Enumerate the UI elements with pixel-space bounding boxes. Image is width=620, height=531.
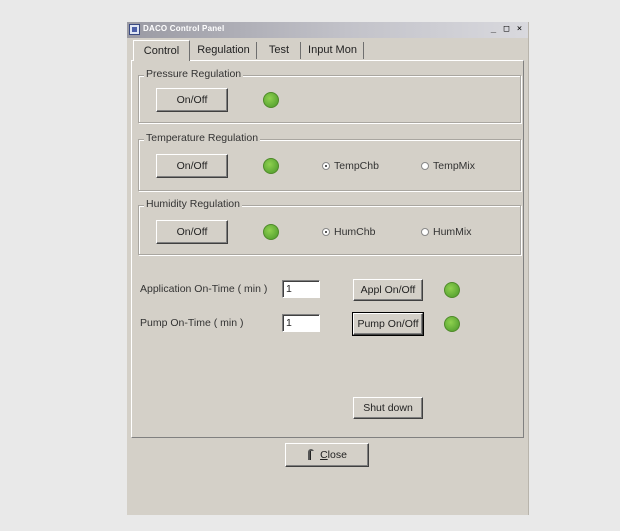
radio-hummix[interactable]: HumMix — [421, 226, 472, 238]
control-tab-panel: Pressure Regulation On/Off Temperature R… — [131, 60, 524, 438]
maximize-icon[interactable]: □ — [500, 24, 513, 35]
application-ontime-label: Application On-Time ( min ) — [140, 283, 268, 295]
close-button[interactable]: Close — [285, 443, 369, 467]
temperature-onoff-button[interactable]: On/Off — [156, 154, 228, 178]
pump-ontime-input[interactable]: 1 — [282, 314, 320, 332]
window-controls: _ □ × — [487, 24, 526, 35]
application-status-led-icon — [444, 282, 460, 298]
radio-tempmix-indicator — [421, 162, 429, 170]
application-ontime-input[interactable]: 1 — [282, 280, 320, 298]
pump-status-led-icon — [444, 316, 460, 332]
app-icon — [129, 24, 140, 35]
bottom-bar: Close — [127, 440, 528, 515]
humidity-regulation-title: Humidity Regulation — [144, 198, 242, 210]
title-bar[interactable]: DACO Control Panel _ □ × — [127, 22, 528, 38]
daco-control-panel-window: DACO Control Panel _ □ × Control Regulat… — [127, 22, 529, 515]
close-button-mnemonic: C — [320, 449, 328, 461]
shutdown-button[interactable]: Shut down — [353, 397, 423, 419]
tab-control[interactable]: Control — [133, 40, 190, 61]
radio-humchb[interactable]: HumChb — [322, 226, 375, 238]
screenshot-background: DACO Control Panel _ □ × Control Regulat… — [0, 0, 620, 531]
window-title: DACO Control Panel — [143, 24, 225, 33]
close-button-label: lose — [327, 449, 347, 461]
radio-hummix-indicator — [421, 228, 429, 236]
minimize-icon[interactable]: _ — [487, 24, 500, 35]
radio-tempmix[interactable]: TempMix — [421, 160, 475, 172]
radio-tempchb-indicator — [322, 162, 330, 170]
radio-tempchb[interactable]: TempChb — [322, 160, 379, 172]
pressure-regulation-title: Pressure Regulation — [144, 68, 244, 80]
pump-onoff-button[interactable]: Pump On/Off — [352, 312, 424, 336]
tab-input-mon[interactable]: Input Mon — [302, 42, 364, 59]
humidity-regulation-group: Humidity Regulation On/Off HumChb HumMix — [138, 198, 521, 255]
humidity-status-led-icon — [263, 224, 279, 240]
pressure-status-led-icon — [263, 92, 279, 108]
temperature-status-led-icon — [263, 158, 279, 174]
pressure-regulation-group: Pressure Regulation On/Off — [138, 68, 521, 123]
humidity-onoff-button[interactable]: On/Off — [156, 220, 228, 244]
pump-ontime-label: Pump On-Time ( min ) — [140, 317, 244, 329]
radio-humchb-indicator — [322, 228, 330, 236]
appl-onoff-button[interactable]: Appl On/Off — [353, 279, 423, 301]
temperature-regulation-title: Temperature Regulation — [144, 132, 261, 144]
close-window-icon[interactable]: × — [513, 24, 526, 35]
radio-tempmix-label: TempMix — [433, 160, 476, 172]
pressure-onoff-button[interactable]: On/Off — [156, 88, 228, 112]
tab-test[interactable]: Test — [258, 42, 301, 59]
door-exit-icon — [307, 449, 317, 461]
radio-humchb-label: HumChb — [334, 226, 376, 238]
tab-regulation[interactable]: Regulation — [191, 42, 257, 59]
radio-tempchb-label: TempChb — [334, 160, 379, 172]
radio-hummix-label: HumMix — [433, 226, 472, 238]
temperature-regulation-group: Temperature Regulation On/Off TempChb Te… — [138, 132, 521, 191]
